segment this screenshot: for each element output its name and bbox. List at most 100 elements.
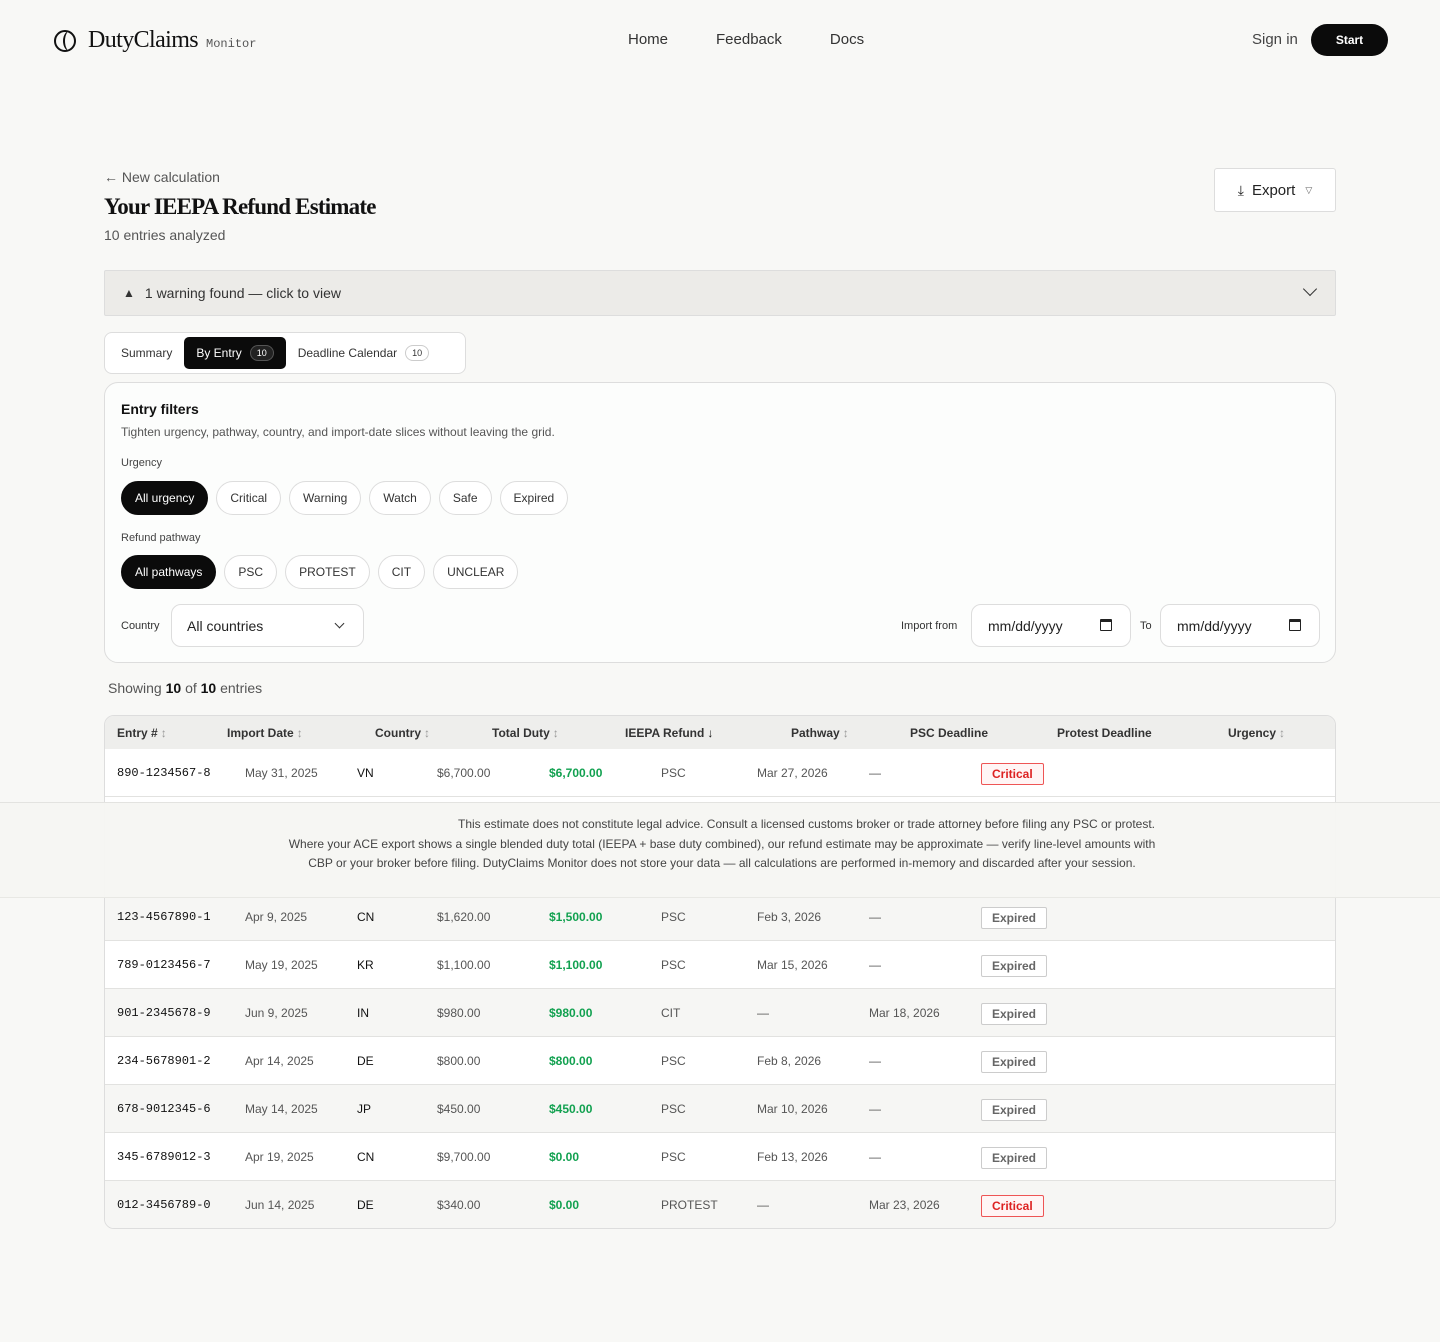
cell-protest: — [869, 1150, 881, 1164]
brand[interactable]: DutyClaims Monitor [54, 27, 256, 54]
tab-by-entry[interactable]: By Entry 10 [184, 337, 286, 369]
showing-shown: 10 [165, 680, 182, 696]
urgency-chips: All urgency Critical Warning Watch Safe … [121, 481, 569, 515]
country-label: Country [121, 620, 160, 632]
th-country[interactable]: Country ↕ [375, 726, 430, 740]
chip-expired[interactable]: Expired [499, 481, 569, 515]
table-header: Entry # ↕ Import Date ↕ Country ↕ Total Dut… [105, 716, 1335, 749]
table-row[interactable]: 901-2345678-9 Jun 9, 2025 IN $980.00 $980.00… [105, 989, 1335, 1037]
chevron-down-icon: ▽ [1305, 184, 1313, 195]
chip-critical[interactable]: Critical [216, 481, 282, 515]
cell-country: VN [357, 766, 374, 780]
signin-link[interactable]: Sign in [1252, 31, 1298, 48]
chip-all-pathways[interactable]: All pathways [121, 555, 217, 589]
tab-summary[interactable]: Summary [109, 337, 184, 369]
pathway-chips: All pathways PSC PROTEST CIT UNCLEAR [121, 555, 519, 589]
chip-watch[interactable]: Watch [369, 481, 431, 515]
urgency-badge: Expired [981, 1003, 1048, 1025]
cell-psc: Mar 10, 2026 [757, 1102, 828, 1116]
top-nav: DutyClaims Monitor Home Feedback Docs Si… [0, 0, 1440, 80]
brand-name: DutyClaims [88, 27, 199, 53]
th-pathway[interactable]: Pathway ↕ [791, 726, 849, 740]
date-placeholder: mm/dd/yyyy [988, 617, 1063, 634]
country-value: All countries [187, 617, 264, 634]
table-row[interactable]: 234-5678901-2 Apr 14, 2025 DE $800.00 $800.0… [105, 1037, 1335, 1085]
filters-title: Entry filters [121, 401, 199, 417]
cell-pathway: PSC [661, 910, 686, 924]
main-nav: Home Feedback Docs [628, 31, 864, 48]
cell-duty: $1,100.00 [437, 958, 491, 972]
cell-protest: Mar 23, 2026 [869, 1198, 940, 1212]
th-entry[interactable]: Entry # ↕ [117, 726, 167, 740]
chip-protest[interactable]: PROTEST [285, 555, 370, 589]
tab-count-badge: 10 [249, 345, 274, 361]
cell-protest: — [869, 910, 881, 924]
cell-entry: 901-2345678-9 [117, 1006, 211, 1020]
nav-docs[interactable]: Docs [830, 31, 864, 48]
cell-refund: $980.00 [549, 1006, 593, 1020]
chevron-down-icon [334, 618, 345, 629]
cell-date: May 14, 2025 [245, 1102, 318, 1116]
th-import-date[interactable]: Import Date ↕ [227, 726, 303, 740]
warning-banner[interactable]: ▲ 1 warning found — click to view [104, 270, 1336, 316]
table-row[interactable]: 012-3456789-0 Jun 14, 2025 DE $340.00 $0.00 P… [105, 1181, 1335, 1228]
start-button[interactable]: Start [1311, 24, 1388, 56]
import-to-date-input[interactable]: mm/dd/yyyy [1160, 604, 1320, 647]
th-label: Entry # [117, 726, 158, 740]
cell-refund: $800.00 [549, 1054, 593, 1068]
cell-pathway: PSC [661, 1150, 686, 1164]
cell-date: May 31, 2025 [245, 766, 318, 780]
cell-pathway: PSC [661, 1102, 686, 1116]
cell-duty: $340.00 [437, 1198, 481, 1212]
filters-description: Tighten urgency, pathway, country, and i… [121, 425, 555, 439]
cell-psc: Feb 13, 2026 [757, 1150, 828, 1164]
calendar-icon[interactable] [1289, 619, 1301, 631]
sort-icon: ↕ [424, 726, 430, 740]
entry-filters-card: Entry filters Tighten urgency, pathway, … [104, 382, 1336, 663]
chip-unclear[interactable]: UNCLEAR [433, 555, 519, 589]
showing-prefix: Showing [108, 680, 162, 696]
import-from-label: Import from [901, 620, 958, 632]
showing-suffix: entries [220, 680, 263, 696]
tab-deadline-calendar[interactable]: Deadline Calendar 10 [286, 337, 441, 369]
cell-psc: Mar 15, 2026 [757, 958, 828, 972]
table-row[interactable]: 890-1234567-8 May 31, 2025 VN $6,700.00 $6,7… [105, 749, 1335, 797]
urgency-badge: Expired [981, 955, 1048, 977]
table-row[interactable]: 345-6789012-3 Apr 19, 2025 CN $9,700.00 $0.0… [105, 1133, 1335, 1181]
calendar-icon[interactable] [1100, 619, 1112, 631]
import-from-date-input[interactable]: mm/dd/yyyy [971, 604, 1131, 647]
cell-pathway: PROTEST [661, 1198, 718, 1212]
pathway-label: Refund pathway [121, 532, 201, 544]
th-ieepa-refund[interactable]: IEEPA Refund ↓ [625, 726, 713, 740]
cell-refund: $0.00 [549, 1150, 580, 1164]
table-row[interactable]: 123-4567890-1 Apr 9, 2025 CN $1,620.00 $1,50… [105, 893, 1335, 941]
disclaimer-banner: This estimate does not constitute legal … [0, 802, 1440, 898]
cell-entry: 345-6789012-3 [117, 1150, 211, 1164]
urgency-badge: Critical [981, 1195, 1044, 1217]
showing-count: Showing 10 of 10 entries [108, 680, 262, 696]
chip-psc[interactable]: PSC [224, 555, 278, 589]
chip-all-urgency[interactable]: All urgency [121, 481, 209, 515]
cell-refund: $450.00 [549, 1102, 593, 1116]
th-total-duty[interactable]: Total Duty ↕ [492, 726, 559, 740]
nav-feedback[interactable]: Feedback [716, 31, 782, 48]
th-psc-deadline: PSC Deadline [910, 726, 988, 740]
back-link[interactable]: ← New calculation [104, 169, 220, 185]
cell-entry: 678-9012345-6 [117, 1102, 211, 1116]
table-row[interactable]: 678-9012345-6 May 14, 2025 JP $450.00 $450.0… [105, 1085, 1335, 1133]
nav-home[interactable]: Home [628, 31, 668, 48]
th-label: PSC Deadline [910, 726, 989, 740]
export-button[interactable]: ⤓ Export ▽ [1214, 168, 1336, 212]
table-row[interactable]: 789-0123456-7 May 19, 2025 KR $1,100.00 $1,1… [105, 941, 1335, 989]
country-select[interactable]: All countries [171, 604, 364, 647]
chip-warning[interactable]: Warning [289, 481, 362, 515]
th-urgency[interactable]: Urgency ↕ [1228, 726, 1285, 740]
export-label: Export [1251, 181, 1296, 199]
cell-entry: 890-1234567-8 [117, 766, 211, 780]
date-placeholder: mm/dd/yyyy [1177, 617, 1252, 634]
cell-country: JP [357, 1102, 372, 1116]
chip-safe[interactable]: Safe [438, 481, 492, 515]
chip-cit[interactable]: CIT [377, 555, 426, 589]
cell-country: DE [357, 1054, 374, 1068]
cell-date: Apr 9, 2025 [245, 910, 308, 924]
